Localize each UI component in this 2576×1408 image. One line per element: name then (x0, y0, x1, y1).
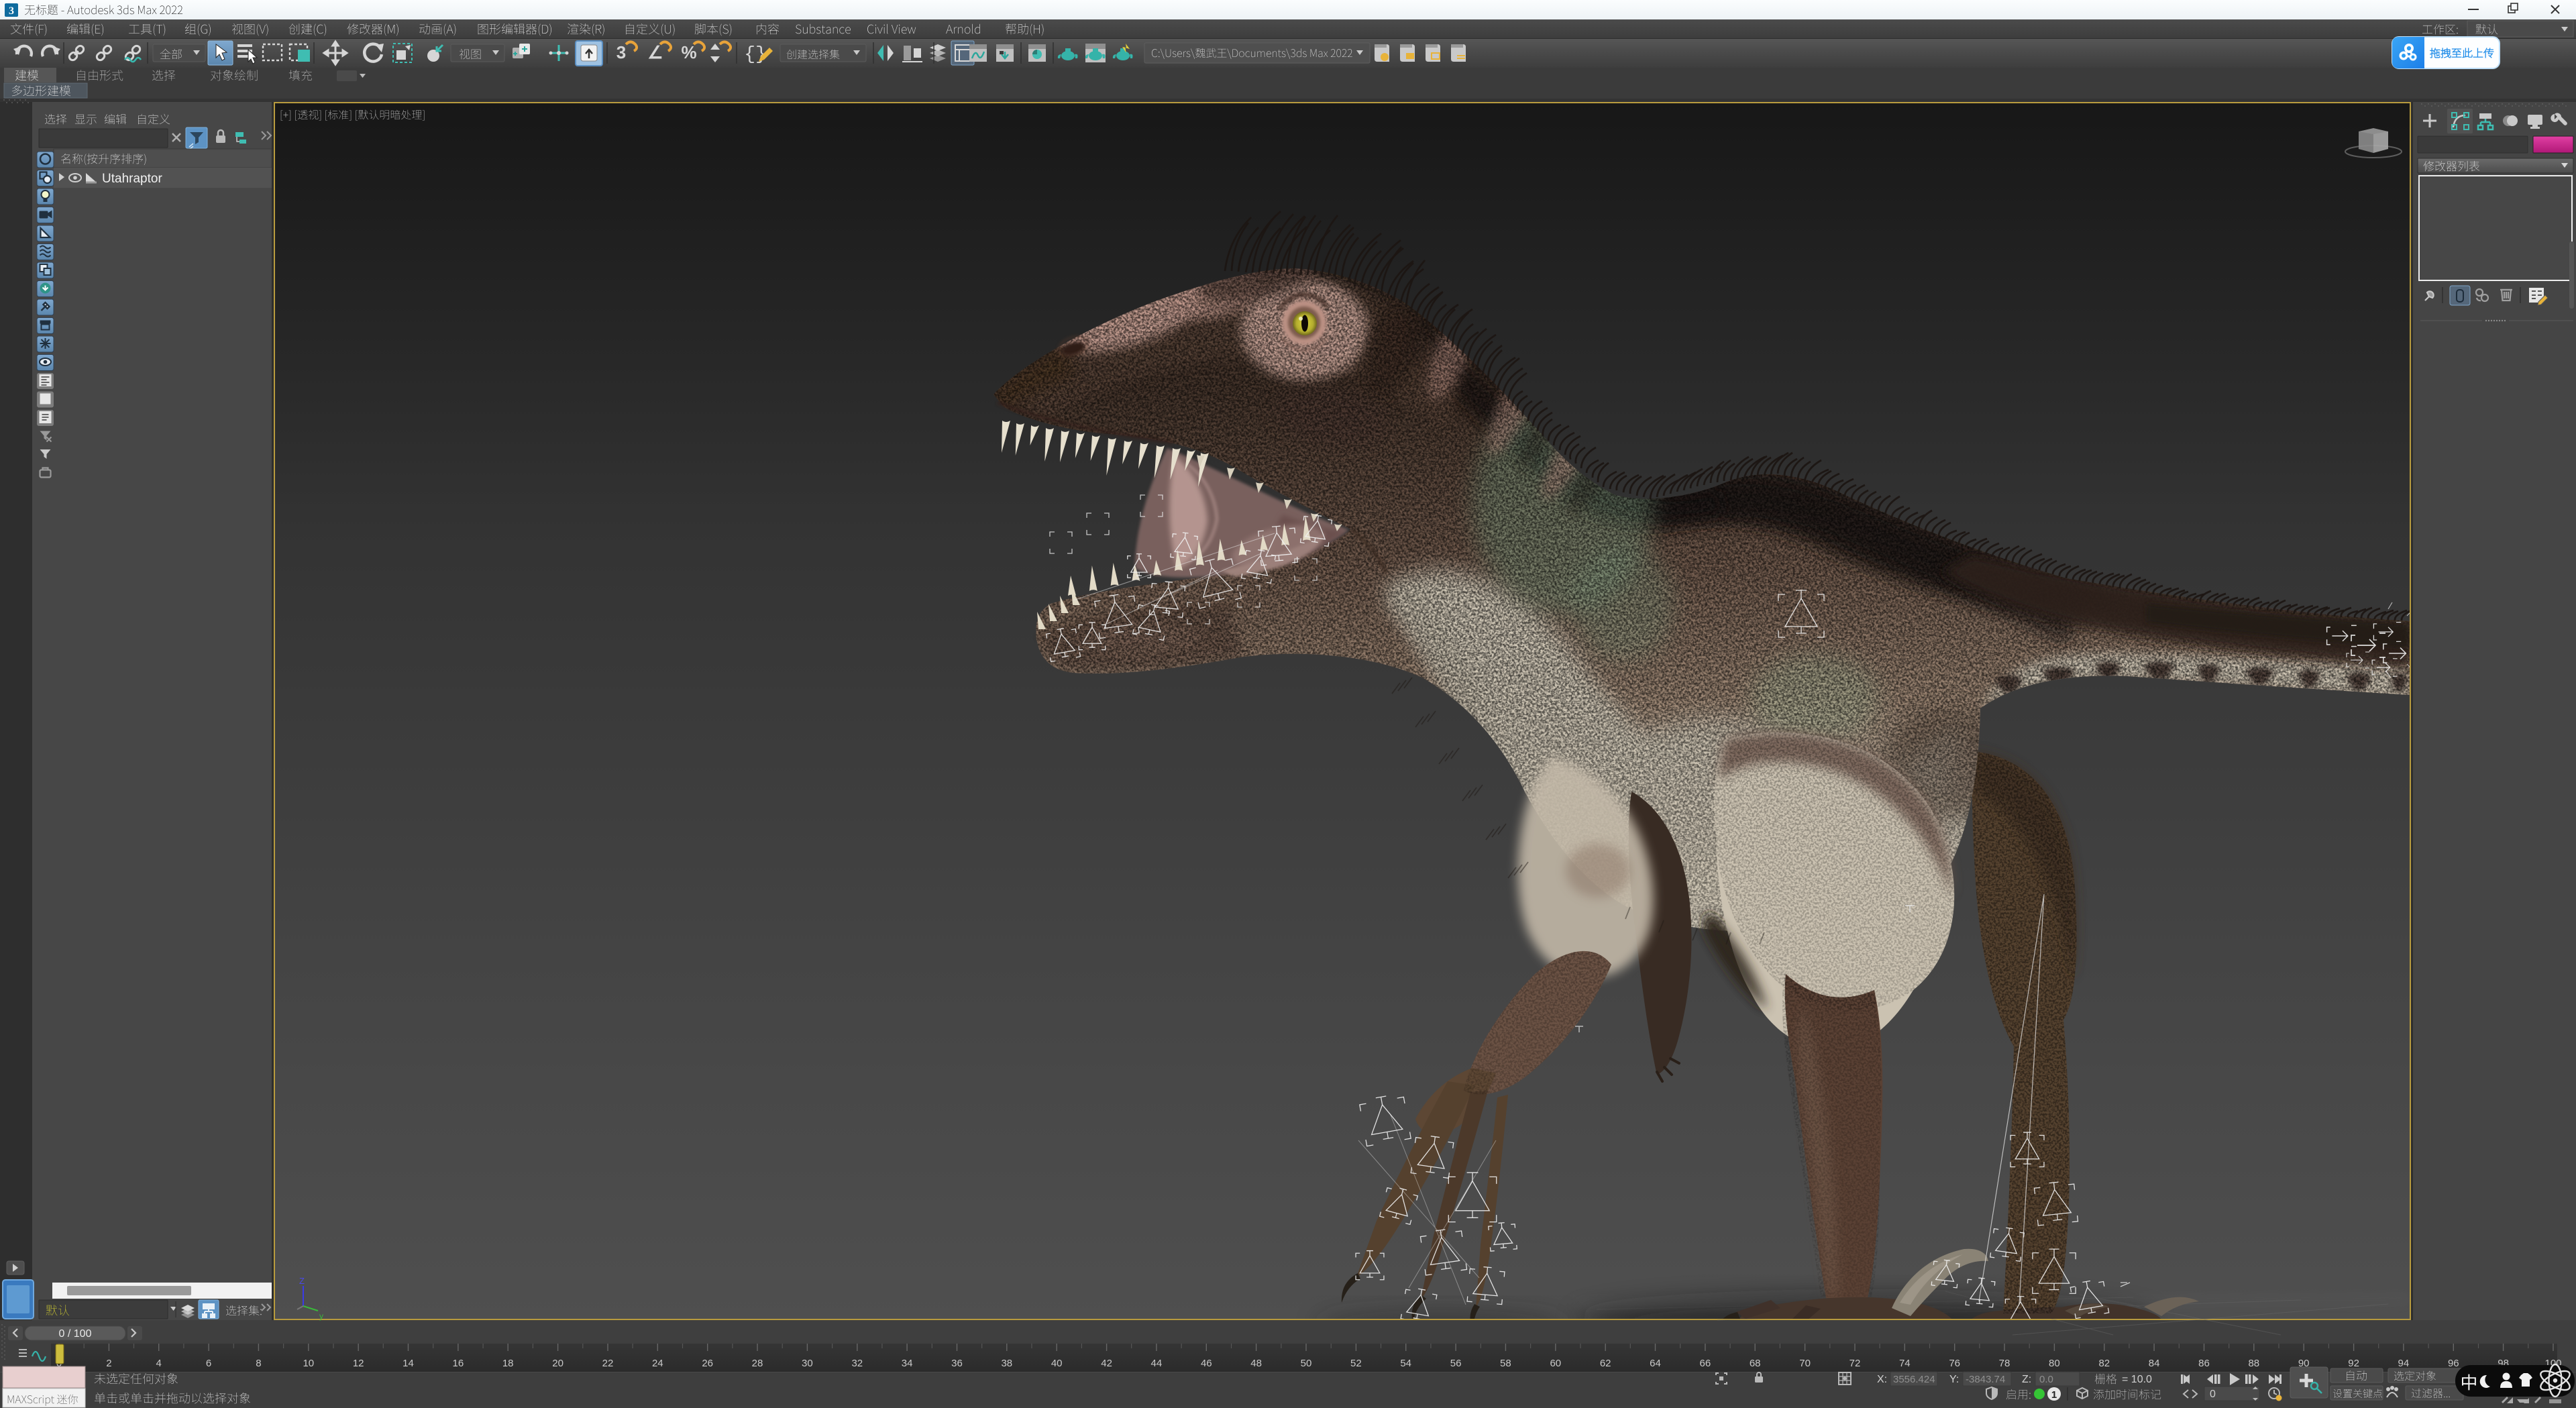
svg-text:22: 22 (602, 1358, 614, 1369)
svg-text:32: 32 (851, 1358, 863, 1369)
svg-text:74: 74 (1899, 1358, 1911, 1369)
svg-text:94: 94 (2398, 1358, 2410, 1369)
svg-text:38: 38 (1001, 1358, 1012, 1369)
svg-text:Z: Z (299, 1276, 305, 1286)
svg-text:44: 44 (1151, 1358, 1163, 1369)
svg-text:56: 56 (1450, 1358, 1462, 1369)
svg-text:Z:: Z: (2022, 1374, 2031, 1385)
svg-text:28: 28 (752, 1358, 763, 1369)
svg-text:34: 34 (902, 1358, 913, 1369)
svg-text:2: 2 (106, 1358, 111, 1369)
svg-text:92: 92 (2348, 1358, 2359, 1369)
svg-text:88: 88 (2248, 1358, 2259, 1369)
svg-text:68: 68 (1750, 1358, 1761, 1369)
svg-text:12: 12 (353, 1358, 364, 1369)
svg-text:36: 36 (951, 1358, 963, 1369)
svg-text:76: 76 (1949, 1358, 1960, 1369)
svg-text:60: 60 (1550, 1358, 1561, 1369)
svg-text:3: 3 (9, 5, 14, 17)
svg-text:42: 42 (1101, 1358, 1112, 1369)
svg-text:64: 64 (1650, 1358, 1661, 1369)
svg-text:50: 50 (1301, 1358, 1312, 1369)
svg-text:3: 3 (616, 42, 626, 62)
svg-text:X:: X: (1877, 1374, 1887, 1385)
svg-text:Utahraptor: Utahraptor (102, 172, 162, 186)
svg-text:46: 46 (1201, 1358, 1212, 1369)
svg-text:∠: ∠ (647, 42, 663, 62)
svg-text:6: 6 (206, 1358, 211, 1369)
svg-text:-3843.74: -3843.74 (1966, 1374, 2005, 1385)
svg-text:70: 70 (1799, 1358, 1811, 1369)
svg-text:24: 24 (652, 1358, 663, 1369)
svg-text:y: y (319, 1311, 323, 1321)
svg-text:40: 40 (1051, 1358, 1063, 1369)
svg-text:78: 78 (1999, 1358, 2010, 1369)
svg-text:0: 0 (2210, 1389, 2216, 1400)
svg-text:48: 48 (1250, 1358, 1262, 1369)
svg-text:= 10.0: = 10.0 (2122, 1374, 2152, 1385)
svg-text:26: 26 (702, 1358, 713, 1369)
svg-text:54: 54 (1400, 1358, 1411, 1369)
svg-text:18: 18 (502, 1358, 514, 1369)
svg-text:30: 30 (802, 1358, 813, 1369)
svg-text:8: 8 (256, 1358, 261, 1369)
svg-text:80: 80 (2049, 1358, 2060, 1369)
svg-text:62: 62 (1600, 1358, 1611, 1369)
svg-text:3556.424: 3556.424 (1893, 1374, 1935, 1385)
svg-text:58: 58 (1500, 1358, 1511, 1369)
svg-text:52: 52 (1350, 1358, 1362, 1369)
svg-text:20: 20 (552, 1358, 564, 1369)
svg-text:1: 1 (2051, 1389, 2057, 1401)
svg-text:Y:: Y: (1949, 1374, 1959, 1385)
svg-text:86: 86 (2198, 1358, 2210, 1369)
svg-text:66: 66 (1700, 1358, 1711, 1369)
svg-text:82: 82 (2098, 1358, 2110, 1369)
svg-text:4: 4 (156, 1358, 162, 1369)
svg-text:72: 72 (1849, 1358, 1861, 1369)
svg-text:84: 84 (2149, 1358, 2160, 1369)
svg-text:0 / 100: 0 / 100 (59, 1328, 92, 1340)
svg-text:14: 14 (402, 1358, 414, 1369)
svg-text:10: 10 (303, 1358, 314, 1369)
svg-text:16: 16 (453, 1358, 464, 1369)
svg-text:%: % (681, 42, 696, 62)
svg-text:0.0: 0.0 (2039, 1374, 2053, 1385)
svg-text:96: 96 (2448, 1358, 2459, 1369)
